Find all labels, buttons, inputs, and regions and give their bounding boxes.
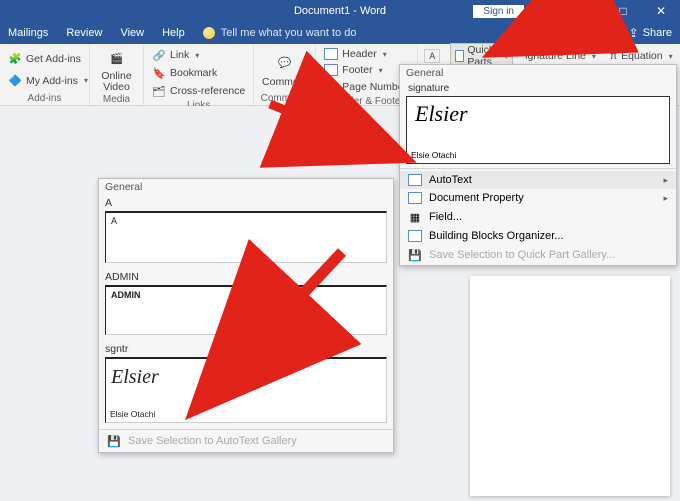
autotext-icon: [408, 174, 422, 186]
at-entry-a-preview[interactable]: A: [105, 211, 387, 263]
menu-field[interactable]: ▦ Field...: [400, 207, 676, 227]
at-entry-admin-label: ADMIN: [99, 269, 393, 283]
header-button[interactable]: Header: [322, 47, 419, 61]
at-signature-name: Elsie Otachi: [110, 409, 155, 419]
save-selection-icon: 💾: [408, 248, 422, 262]
comment-button[interactable]: 💬 Comment: [260, 47, 309, 92]
docprop-icon: [408, 192, 422, 204]
footer-icon: [324, 64, 338, 76]
lightbulb-icon: [203, 27, 215, 39]
signature-script: Elsier: [415, 101, 661, 127]
link-icon: 🔗: [152, 48, 166, 62]
quick-parts-flyout: General signature Elsier Elsie Otachi Au…: [399, 64, 677, 266]
signature-name: Elsie Otachi: [411, 150, 456, 160]
tell-me-placeholder: Tell me what you want to do: [221, 27, 357, 39]
share-button[interactable]: ⇪ Share: [629, 27, 672, 39]
video-icon: 🎬: [104, 47, 130, 69]
get-addins-button[interactable]: 🧩Get Add-ins: [6, 51, 90, 67]
signature-line-button[interactable]: ignature Line: [523, 49, 598, 63]
equation-button[interactable]: π Equation: [608, 49, 675, 63]
menu-building-blocks[interactable]: Building Blocks Organizer...: [400, 227, 676, 245]
group-label-addins: Add-ins: [6, 92, 83, 104]
title-bar: Document1 - Word Sign in ▭ — □ ✕: [0, 0, 680, 22]
tab-view[interactable]: View: [120, 27, 144, 39]
field-icon: ▦: [408, 210, 422, 224]
ribbon-tabs: Mailings Review View Help Tell me what y…: [0, 22, 680, 44]
menu-autotext[interactable]: AutoText ▸: [400, 171, 676, 189]
tab-help[interactable]: Help: [162, 27, 185, 39]
addins-icon: 🔷: [8, 74, 22, 88]
bookmark-icon: 🔖: [152, 66, 166, 80]
menu-document-property[interactable]: Document Property ▸: [400, 189, 676, 207]
at-save-selection: 💾 Save Selection to AutoText Gallery: [99, 429, 393, 452]
share-icon: ⇪: [629, 27, 639, 39]
header-icon: [324, 48, 338, 60]
comment-icon: 💬: [272, 52, 298, 74]
pi-icon: π: [610, 50, 617, 62]
crossref-icon: 🗂: [152, 84, 166, 98]
qp-category: General: [400, 65, 676, 81]
at-entry-sgntr-preview[interactable]: Elsier Elsie Otachi: [105, 357, 387, 423]
at-entry-a-label: A: [99, 195, 393, 209]
building-blocks-icon: [408, 230, 422, 242]
group-label-comments: Comments: [260, 92, 309, 104]
maximize-icon[interactable]: □: [608, 4, 638, 18]
close-icon[interactable]: ✕: [646, 4, 676, 18]
menu-save-quickpart: 💾 Save Selection to Quick Part Gallery..…: [400, 245, 676, 265]
tell-me-search[interactable]: Tell me what you want to do: [203, 27, 357, 39]
document-page[interactable]: [470, 276, 670, 496]
quick-parts-icon: [455, 50, 464, 62]
save-selection-icon: 💾: [107, 434, 121, 448]
at-category: General: [99, 179, 393, 195]
submenu-arrow-icon: ▸: [663, 175, 668, 186]
minimize-icon[interactable]: —: [570, 4, 600, 18]
tab-review[interactable]: Review: [66, 27, 102, 39]
window-title: Document1 - Word: [294, 5, 386, 17]
sign-in-button[interactable]: Sign in: [473, 5, 524, 18]
at-signature-script: Elsier: [111, 366, 381, 389]
qp-preview[interactable]: Elsier Elsie Otachi: [406, 96, 670, 164]
store-icon: 🧩: [8, 52, 22, 66]
page-number-icon: #: [324, 80, 338, 94]
cross-reference-button[interactable]: 🗂Cross-reference: [150, 83, 247, 99]
group-label-media: Media: [96, 93, 137, 105]
my-addins-button[interactable]: 🔷My Add-ins: [6, 73, 90, 89]
online-video-button[interactable]: 🎬 OnlineVideo: [96, 47, 137, 93]
at-entry-admin-preview[interactable]: ADMIN: [105, 285, 387, 335]
share-label: Share: [643, 27, 672, 39]
bookmark-button[interactable]: 🔖Bookmark: [150, 65, 247, 81]
qp-entry-name: signature: [400, 81, 676, 96]
display-mode-icon[interactable]: ▭: [532, 4, 562, 18]
autotext-flyout: General A A ADMIN ADMIN sgntr Elsier Els…: [98, 178, 394, 453]
link-button[interactable]: 🔗Link: [150, 47, 247, 63]
text-box-button[interactable]: A: [424, 49, 440, 63]
at-entry-sgntr-label: sgntr: [99, 341, 393, 355]
submenu-arrow-icon: ▸: [663, 193, 668, 204]
tab-mailings[interactable]: Mailings: [8, 27, 48, 39]
